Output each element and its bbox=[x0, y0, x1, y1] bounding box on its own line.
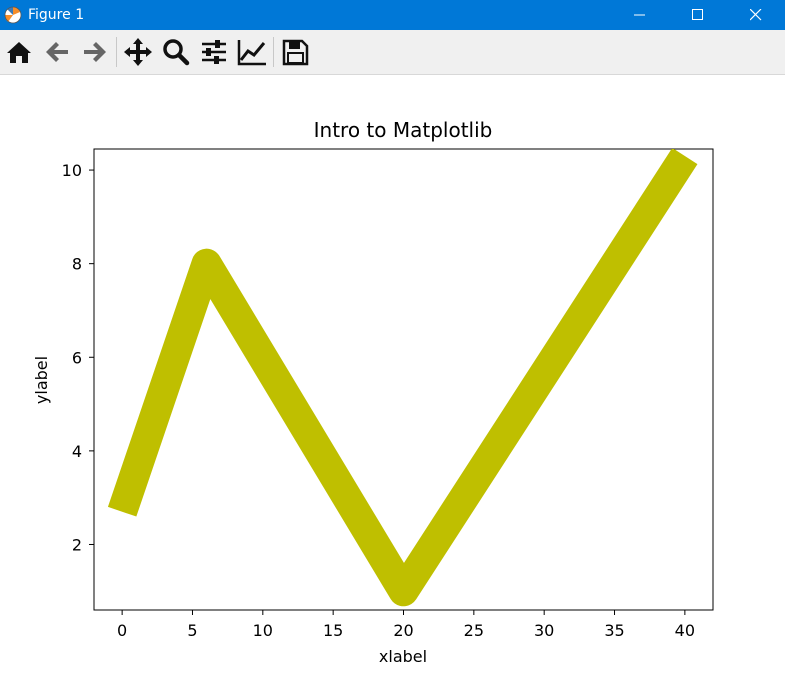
x-tick-label: 35 bbox=[604, 621, 624, 640]
window-title: Figure 1 bbox=[28, 7, 85, 23]
minimize-button[interactable] bbox=[611, 0, 669, 30]
zoom-button[interactable] bbox=[157, 32, 195, 72]
edit-axis-icon bbox=[237, 40, 266, 66]
x-tick-label: 20 bbox=[393, 621, 413, 640]
home-button[interactable] bbox=[0, 32, 38, 72]
subplots-icon bbox=[202, 40, 226, 64]
x-tick-label: 10 bbox=[253, 621, 273, 640]
save-button[interactable] bbox=[276, 32, 314, 72]
pan-button[interactable] bbox=[119, 32, 157, 72]
minimize-icon bbox=[634, 14, 645, 16]
close-button[interactable] bbox=[727, 0, 785, 30]
x-tick-label: 25 bbox=[464, 621, 484, 640]
y-tick-label: 4 bbox=[72, 442, 82, 461]
back-arrow-icon bbox=[46, 42, 68, 62]
y-tick-label: 8 bbox=[72, 255, 82, 274]
subplots-button[interactable] bbox=[195, 32, 233, 72]
home-icon bbox=[7, 42, 31, 63]
close-icon bbox=[750, 9, 762, 21]
matplotlib-icon bbox=[3, 5, 23, 25]
window-titlebar: Figure 1 bbox=[0, 0, 785, 30]
y-tick-label: 2 bbox=[72, 535, 82, 554]
y-tick-label: 10 bbox=[62, 161, 82, 180]
y-tick-label: 6 bbox=[72, 348, 82, 367]
x-tick-label: 5 bbox=[187, 621, 197, 640]
chart-title: Intro to Matplotlib bbox=[314, 118, 493, 142]
maximize-button[interactable] bbox=[669, 0, 727, 30]
line-chart: Intro to Matplotlib 0 5 10 15 20 25 30 35 40 2 4 6 8… bbox=[32, 118, 714, 666]
toolbar-separator bbox=[273, 37, 274, 67]
zoom-icon bbox=[163, 39, 190, 66]
navigation-toolbar bbox=[0, 30, 785, 75]
axes-frame bbox=[93, 148, 714, 611]
edit-axis-button[interactable] bbox=[233, 32, 271, 72]
x-tick-label: 0 bbox=[117, 621, 127, 640]
back-button[interactable] bbox=[38, 32, 76, 72]
save-icon bbox=[282, 39, 309, 66]
x-axis-label: xlabel bbox=[379, 647, 427, 666]
toolbar-separator bbox=[116, 37, 117, 67]
y-axis-label: ylabel bbox=[32, 356, 51, 404]
maximize-icon bbox=[692, 9, 703, 20]
x-tick-label: 40 bbox=[675, 621, 695, 640]
pan-icon bbox=[124, 38, 152, 66]
forward-arrow-icon bbox=[84, 42, 106, 62]
x-tick-label: 30 bbox=[534, 621, 554, 640]
figure-canvas[interactable]: Intro to Matplotlib 0 5 10 15 20 25 30 35 40 2 4 6 8… bbox=[0, 75, 785, 670]
x-tick-label: 15 bbox=[323, 621, 343, 640]
forward-button[interactable] bbox=[76, 32, 114, 72]
